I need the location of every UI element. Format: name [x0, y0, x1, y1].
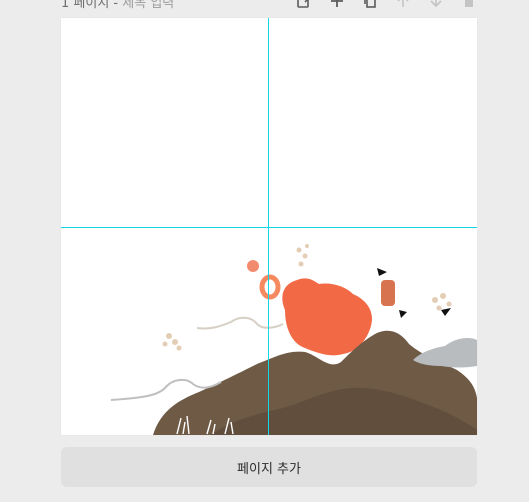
- page-title-placeholder[interactable]: 제목 입력: [122, 0, 174, 11]
- flower-cluster-right: [432, 293, 452, 311]
- page-number-label: 1 페이지: [61, 0, 110, 11]
- page-title[interactable]: 1 페이지 - 제목 입력: [61, 0, 174, 11]
- flower-cluster-left: [162, 333, 182, 351]
- arrow-up-icon[interactable]: [395, 0, 411, 9]
- add-page-button[interactable]: 페이지 추가: [61, 447, 477, 487]
- page-header: 1 페이지 - 제목 입력: [61, 0, 477, 12]
- title-separator: -: [109, 0, 123, 11]
- duplicate-icon[interactable]: [362, 0, 378, 9]
- small-sun-dot: [247, 260, 259, 272]
- flower-cluster-top: [296, 244, 309, 267]
- horizontal-center-guide: [61, 227, 477, 228]
- cloud-line-center: [196, 316, 284, 330]
- delete-icon[interactable]: [461, 0, 477, 9]
- cloud-grey-right: [413, 338, 477, 368]
- notes-icon[interactable]: [296, 0, 312, 9]
- seal-stamp: [381, 280, 395, 306]
- add-icon[interactable]: [329, 0, 345, 9]
- page-toolbar: [296, 0, 477, 9]
- small-sun-ring: [259, 274, 281, 300]
- page-canvas[interactable]: [61, 18, 477, 435]
- arrow-down-icon[interactable]: [428, 0, 444, 9]
- sun-shape: [282, 278, 373, 356]
